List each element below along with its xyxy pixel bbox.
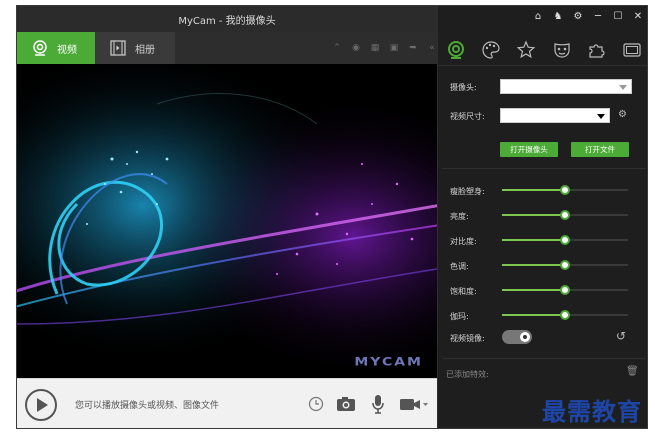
timer-icon[interactable]: [307, 394, 325, 414]
preview-toolbar: ⌃ ◉ ▦ ▣ ➥ «: [332, 42, 437, 54]
preview-artwork: [17, 64, 437, 378]
adjustment-label: 伽玛:: [450, 312, 469, 321]
chevron-down-icon: [597, 114, 605, 119]
adjustment-slider[interactable]: [502, 260, 628, 270]
window-controls: ⌂ ♞ ⚙ ─ ☐ ✕: [533, 11, 643, 22]
settings-panel: ⌂ ♞ ⚙ ─ ☐ ✕ 摄像头: 视频尺寸: ⚙ 打开摄像头 打开文件 瘦脸塑身…: [437, 6, 647, 428]
grid-icon[interactable]: ▦: [370, 42, 380, 54]
size-gear-icon[interactable]: ⚙: [618, 109, 627, 120]
play-icon: [37, 398, 48, 412]
hint-text: 您可以播放摄像头或视频、图像文件: [75, 401, 220, 411]
brand-watermark: 最需教育: [542, 396, 642, 426]
tab-video[interactable]: 视频: [17, 32, 95, 64]
app-window: MyCam - 我的摄像头 视频 相册 ⌃ ◉ ▦ ▣ ➥ « MYCAM 您可…: [16, 5, 648, 429]
microphone-icon[interactable]: [369, 394, 387, 414]
trash-icon[interactable]: 🗑: [626, 366, 639, 377]
tab-album-label: 相册: [135, 44, 155, 56]
video-preview[interactable]: MYCAM: [17, 64, 437, 378]
gear-icon[interactable]: ⚙: [573, 11, 583, 22]
video-size-label: 视频尺寸:: [450, 112, 485, 121]
slider-fill: [502, 289, 565, 291]
mirror-toggle[interactable]: [502, 330, 532, 344]
adjustment-slider[interactable]: [502, 185, 628, 195]
mirror-label: 视频镜像:: [450, 334, 485, 343]
tab-bar: 视频 相册 ⌃ ◉ ▦ ▣ ➥ «: [17, 32, 437, 64]
open-file-button[interactable]: 打开文件: [571, 142, 629, 157]
reset-icon[interactable]: ↺: [616, 329, 626, 343]
open-camera-button[interactable]: 打开摄像头: [500, 142, 558, 157]
slider-knob[interactable]: [560, 235, 570, 245]
broadcast-icon[interactable]: ◉: [351, 42, 361, 54]
play-button[interactable]: [25, 389, 57, 421]
slider-fill: [502, 314, 565, 316]
adjustment-slider[interactable]: [502, 285, 628, 295]
divider: [442, 168, 646, 169]
slider-knob[interactable]: [560, 285, 570, 295]
video-size-select[interactable]: [500, 108, 610, 123]
camera-icon[interactable]: [335, 394, 357, 414]
puzzle-icon[interactable]: [586, 39, 608, 61]
shirt-icon[interactable]: ♞: [553, 11, 563, 22]
slider-knob[interactable]: [560, 185, 570, 195]
bottom-bar: 您可以播放摄像头或视频、图像文件: [17, 378, 437, 428]
window-title: MyCam - 我的摄像头: [178, 16, 276, 27]
webcam-icon: [33, 40, 47, 56]
palette-icon[interactable]: [480, 39, 502, 61]
slider-knob[interactable]: [560, 260, 570, 270]
adjustment-slider[interactable]: [502, 310, 628, 320]
slider-fill: [502, 264, 565, 266]
adjustment-slider[interactable]: [502, 235, 628, 245]
chevron-left-icon[interactable]: «: [427, 42, 437, 54]
collapse-icon[interactable]: ⌃: [332, 42, 342, 54]
share-icon[interactable]: ➥: [408, 42, 418, 54]
home-icon[interactable]: ⌂: [533, 11, 543, 22]
webcam-tab-icon[interactable]: [445, 39, 467, 61]
adjustment-slider[interactable]: [502, 210, 628, 220]
effects-label: 已添加特效:: [446, 370, 489, 379]
slider-fill: [502, 189, 565, 191]
mask-icon[interactable]: [551, 39, 573, 61]
camera-label: 摄像头:: [450, 83, 477, 92]
close-icon[interactable]: ✕: [633, 11, 643, 22]
mycam-watermark: MYCAM: [354, 355, 423, 369]
adjustment-label: 亮度:: [450, 212, 469, 221]
lock-icon[interactable]: ▣: [389, 42, 399, 54]
star-effects-icon[interactable]: [515, 39, 537, 61]
chevron-down-icon: [619, 85, 627, 90]
camera-select[interactable]: [500, 79, 632, 94]
minimize-icon[interactable]: ─: [593, 11, 603, 22]
slider-knob[interactable]: [560, 210, 570, 220]
feature-tabs: [438, 34, 647, 66]
tab-video-label: 视频: [57, 44, 77, 56]
slider-fill: [502, 239, 565, 241]
title-bar: MyCam - 我的摄像头: [17, 6, 437, 32]
toggle-knob: [520, 332, 530, 342]
video-camera-icon[interactable]: [399, 394, 429, 414]
maximize-icon[interactable]: ☐: [613, 11, 623, 22]
slider-fill: [502, 214, 565, 216]
film-icon: [110, 40, 126, 56]
divider: [442, 358, 646, 359]
tab-album[interactable]: 相册: [95, 32, 175, 64]
frame-icon[interactable]: [621, 39, 643, 61]
slider-knob[interactable]: [560, 310, 570, 320]
adjustment-label: 饱和度:: [450, 287, 477, 296]
adjustment-label: 瘦脸塑身:: [450, 187, 485, 196]
adjustment-label: 色调:: [450, 262, 469, 271]
adjustment-label: 对比度:: [450, 237, 477, 246]
